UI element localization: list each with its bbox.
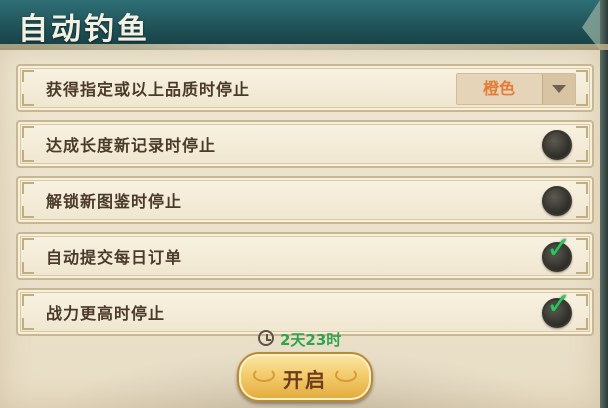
row-corner-ornament (576, 318, 588, 330)
row-corner-ornament (22, 318, 34, 330)
row-corner-ornament (576, 150, 588, 162)
dropdown-selected-value: 橙色 (482, 79, 515, 98)
start-button-label: 开启 (283, 368, 327, 392)
row-corner-ornament (22, 70, 34, 82)
row-corner-ornament (22, 262, 34, 274)
setting-label: 战力更高时停止 (46, 304, 166, 323)
setting-label: 解锁新图鉴时停止 (46, 192, 183, 211)
setting-row-length-record: 达成长度新记录时停止 (16, 120, 594, 168)
chevron-down-icon[interactable] (542, 74, 575, 104)
row-corner-ornament (22, 206, 34, 218)
title-ornament (0, 44, 608, 50)
row-corner-ornament (22, 126, 34, 138)
title-banner: 自动钓鱼 (0, 0, 600, 50)
quality-dropdown[interactable]: 橙色 (456, 73, 576, 105)
clock-icon (258, 330, 274, 346)
setting-label: 达成长度新记录时停止 (46, 136, 217, 155)
setting-label: 获得指定或以上品质时停止 (46, 80, 251, 99)
checkmark-icon: ✓ (546, 231, 572, 266)
setting-row-new-codex: 解锁新图鉴时停止 (16, 176, 594, 224)
settings-list: 获得指定或以上品质时停止 橙色 达成长度新记录时停止 解锁新图鉴时停止 自动提交… (16, 64, 594, 344)
row-corner-ornament (576, 126, 588, 138)
row-corner-ornament (22, 182, 34, 194)
setting-row-daily-orders: 自动提交每日订单 ✓ (16, 232, 594, 280)
row-corner-ornament (576, 206, 588, 218)
remaining-time-text: 2天23时 (280, 331, 342, 349)
setting-label: 自动提交每日订单 (46, 248, 183, 267)
row-corner-ornament (22, 238, 34, 250)
toggle-daily-orders[interactable]: ✓ (542, 234, 572, 272)
checkmark-icon: ✓ (546, 287, 572, 322)
window-title: 自动钓鱼 (18, 12, 150, 47)
row-corner-ornament (576, 94, 588, 106)
row-corner-ornament (576, 238, 588, 250)
row-corner-ornament (22, 94, 34, 106)
row-corner-ornament (22, 294, 34, 306)
row-corner-ornament (576, 70, 588, 82)
start-button[interactable]: 开启 (237, 352, 373, 402)
row-corner-ornament (576, 182, 588, 194)
toggle-new-codex[interactable] (542, 186, 572, 216)
setting-row-quality-stop: 获得指定或以上品质时停止 橙色 (16, 64, 594, 112)
row-corner-ornament (22, 150, 34, 162)
row-corner-ornament (576, 294, 588, 306)
toggle-power-higher[interactable]: ✓ (542, 290, 572, 328)
toggle-length-record[interactable] (542, 130, 572, 160)
row-corner-ornament (576, 262, 588, 274)
